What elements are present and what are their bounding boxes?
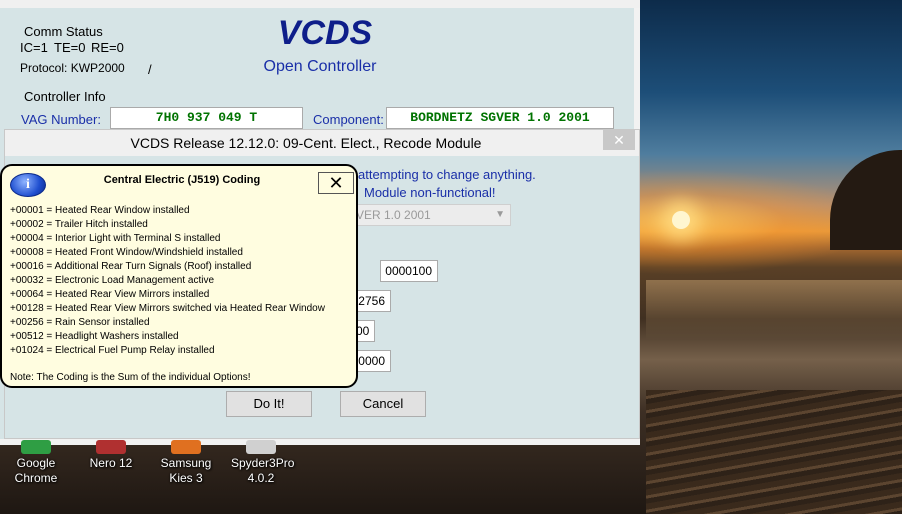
coding-input[interactable]: 0000100 <box>380 260 438 282</box>
coding-option: +00128 = Heated Rear View Mirrors switch… <box>10 303 325 314</box>
recode-titlebar[interactable]: VCDS Release 12.12.0: 09-Cent. Elect., R… <box>5 130 639 156</box>
te-status: TE=0 <box>54 40 86 55</box>
desktop-icon-nero[interactable]: Nero 12 <box>81 440 141 471</box>
protocol-separator: / <box>148 62 152 77</box>
app-title: VCDS <box>277 14 373 52</box>
open-controller-label: Open Controller <box>263 58 377 75</box>
comm-status-label: Comm Status <box>24 24 103 39</box>
desktop-icon-samsung-kies[interactable]: Samsung Kies 3 <box>156 440 216 486</box>
coding-option: +00064 = Heated Rear View Mirrors instal… <box>10 289 210 300</box>
coding-option: +00512 = Headlight Washers installed <box>10 331 179 342</box>
warning-text-line-1: attempting to change anything. <box>358 167 536 182</box>
controller-info-label: Controller Info <box>24 89 106 104</box>
component-select-value: VER 1.0 2001 <box>356 208 431 222</box>
equipment-input[interactable]: 0000 <box>355 350 391 372</box>
coding-option: +00004 = Interior Light with Terminal S … <box>10 233 221 244</box>
chevron-down-icon: ▼ <box>495 209 505 220</box>
balloon-note: Note: The Coding is the Sum of the indiv… <box>10 372 251 383</box>
warning-text-line-2: Module non-functional! <box>364 185 496 200</box>
vag-number-field: 7H0 937 049 T <box>110 107 303 129</box>
nero-icon <box>96 440 126 454</box>
ic-status: IC=1 <box>20 40 48 55</box>
desktop-icon-spyder3pro[interactable]: Spyder3Pro 4.0.2 <box>231 440 295 486</box>
recode-close-button[interactable]: ✕ <box>603 130 635 150</box>
recode-title: VCDS Release 12.12.0: 09-Cent. Elect., R… <box>130 135 482 151</box>
component-label: Component: <box>313 112 384 127</box>
protocol-label: Protocol: KWP2000 <box>20 61 125 75</box>
chrome-icon <box>21 440 51 454</box>
coding-option: +00008 = Heated Front Window/Windshield … <box>10 247 243 258</box>
balloon-close-button[interactable]: ✕ <box>318 172 354 194</box>
wallpaper-sun <box>672 211 690 229</box>
component-field: BORDNETZ SGVER 1.0 2001 <box>386 107 614 129</box>
desktop-icon-label: Samsung <box>160 456 212 470</box>
coding-option-list: +00001 = Heated Rear Window installed +0… <box>10 204 325 358</box>
spyder-icon <box>246 440 276 454</box>
desktop-icon-label: 4.0.2 <box>247 471 275 485</box>
component-select[interactable]: VER 1.0 2001 ▼ <box>351 204 511 226</box>
desktop-icon-label: Kies 3 <box>169 471 203 485</box>
wallpaper-water <box>646 280 902 340</box>
vag-number-label: VAG Number: <box>21 112 101 127</box>
coding-option: +01024 = Electrical Fuel Pump Relay inst… <box>10 345 215 356</box>
desktop-icon-label: Chrome <box>14 471 58 485</box>
wallpaper-sand <box>646 390 902 514</box>
coding-option: +00256 = Rain Sensor installed <box>10 317 150 328</box>
do-it-button[interactable]: Do It! <box>226 391 312 417</box>
coding-help-balloon: i Central Electric (J519) Coding ✕ +0000… <box>0 164 358 388</box>
coding-option: +00016 = Additional Rear Turn Signals (R… <box>10 261 252 272</box>
coding-option: +00002 = Trailer Hitch installed <box>10 219 148 230</box>
re-status: RE=0 <box>91 40 124 55</box>
desktop-icon-label: Nero 12 <box>89 456 133 470</box>
importer-input[interactable]: 00 <box>355 320 375 342</box>
cancel-button[interactable]: Cancel <box>340 391 426 417</box>
workshop-code-input[interactable]: 2756 <box>355 290 391 312</box>
desktop-icon-label: Spyder3Pro <box>231 456 295 470</box>
desktop-icon-label: Google <box>16 456 56 470</box>
desktop-icon-google-chrome[interactable]: Google Chrome <box>6 440 66 486</box>
main-titlebar[interactable] <box>0 0 640 8</box>
kies-icon <box>171 440 201 454</box>
coding-option: +00001 = Heated Rear Window installed <box>10 205 190 216</box>
info-icon: i <box>10 173 46 197</box>
coding-option: +00032 = Electronic Load Management acti… <box>10 275 215 286</box>
balloon-title: Central Electric (J519) Coding <box>103 174 261 186</box>
